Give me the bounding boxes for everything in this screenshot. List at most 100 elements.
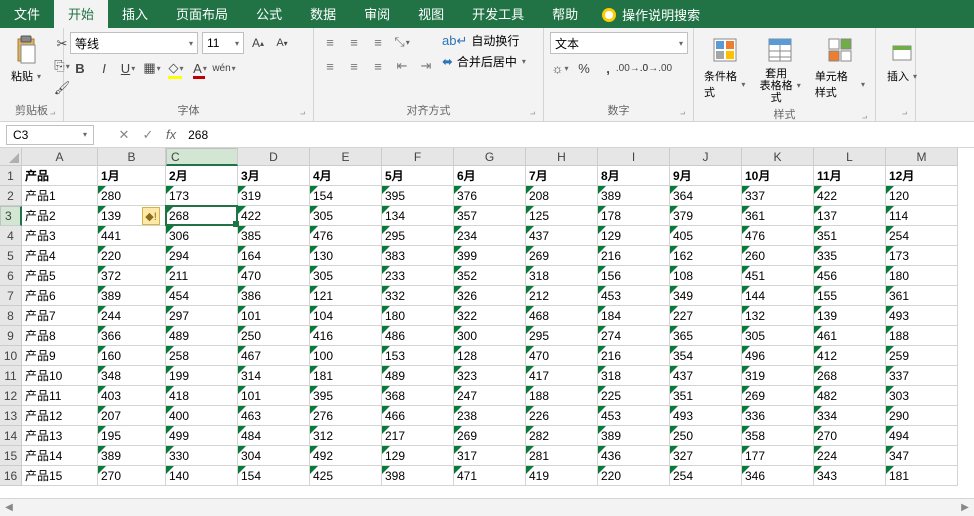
cell[interactable]: 270 xyxy=(814,426,886,446)
cell[interactable]: 347 xyxy=(886,446,958,466)
row-header-3[interactable]: 3 xyxy=(0,206,22,226)
row-header-6[interactable]: 6 xyxy=(0,266,22,286)
cell[interactable]: 343 xyxy=(814,466,886,486)
cell[interactable]: 295 xyxy=(526,326,598,346)
cell[interactable]: 419 xyxy=(526,466,598,486)
cell[interactable]: 101 xyxy=(238,386,310,406)
cell[interactable]: 305 xyxy=(310,206,382,226)
cell[interactable]: 354 xyxy=(670,346,742,366)
row-header-5[interactable]: 5 xyxy=(0,246,22,266)
increase-font-button[interactable]: A▴ xyxy=(248,33,268,53)
cell[interactable]: 129 xyxy=(598,226,670,246)
cell[interactable]: 268 xyxy=(814,366,886,386)
tab-审阅[interactable]: 审阅 xyxy=(350,0,404,28)
tab-数据[interactable]: 数据 xyxy=(296,0,350,28)
cell[interactable]: 389 xyxy=(98,446,166,466)
cell[interactable]: 269 xyxy=(526,246,598,266)
cell[interactable]: 177 xyxy=(742,446,814,466)
cell[interactable]: 456 xyxy=(814,266,886,286)
cell[interactable]: 258 xyxy=(166,346,238,366)
cell[interactable]: 180 xyxy=(382,306,454,326)
cell[interactable]: 188 xyxy=(886,326,958,346)
cell[interactable]: 326 xyxy=(454,286,526,306)
tab-开发工具[interactable]: 开发工具 xyxy=(458,0,538,28)
cell[interactable]: 322 xyxy=(454,306,526,326)
tab-帮助[interactable]: 帮助 xyxy=(538,0,592,28)
cell[interactable]: 产品9 xyxy=(22,346,98,366)
cell[interactable]: 422 xyxy=(238,206,310,226)
cell[interactable]: 173 xyxy=(886,246,958,266)
cell[interactable]: 188 xyxy=(526,386,598,406)
cell[interactable]: 181 xyxy=(886,466,958,486)
cell[interactable]: 399 xyxy=(454,246,526,266)
cell[interactable]: 164 xyxy=(238,246,310,266)
conditional-format-button[interactable]: 条件格式 xyxy=(700,32,749,102)
cell[interactable]: 100 xyxy=(310,346,382,366)
cell[interactable]: 470 xyxy=(526,346,598,366)
tab-视图[interactable]: 视图 xyxy=(404,0,458,28)
cell[interactable]: 产品8 xyxy=(22,326,98,346)
cell[interactable]: 494 xyxy=(886,426,958,446)
col-header-J[interactable]: J xyxy=(670,148,742,166)
cell[interactable]: 产品1 xyxy=(22,186,98,206)
row-header-7[interactable]: 7 xyxy=(0,286,22,306)
cell[interactable]: 463 xyxy=(238,406,310,426)
cell[interactable]: 254 xyxy=(886,226,958,246)
cell[interactable]: 357 xyxy=(454,206,526,226)
cell[interactable]: 468 xyxy=(526,306,598,326)
cell[interactable]: 385 xyxy=(238,226,310,246)
horizontal-scrollbar[interactable]: ◀ ▶ xyxy=(0,498,974,516)
increase-indent-button[interactable]: ⇥ xyxy=(416,56,436,76)
cell[interactable]: 产品 xyxy=(22,166,98,186)
cell[interactable]: 101 xyxy=(238,306,310,326)
cell[interactable]: 269 xyxy=(454,426,526,446)
cell[interactable]: 489 xyxy=(382,366,454,386)
number-format-select[interactable]: 文本▾ xyxy=(550,32,688,54)
cells-area[interactable]: 产品1月2月3月4月5月6月7月8月9月10月11月12月产品128017331… xyxy=(22,166,958,486)
italic-button[interactable]: I xyxy=(94,58,114,78)
cell[interactable]: 160 xyxy=(98,346,166,366)
cell[interactable]: 207 xyxy=(98,406,166,426)
font-color-button[interactable]: A xyxy=(190,58,210,78)
cell[interactable]: 268 xyxy=(166,206,238,226)
cell[interactable]: 144 xyxy=(742,286,814,306)
insert-cells-button[interactable]: 插入 xyxy=(882,32,922,86)
row-header-11[interactable]: 11 xyxy=(0,366,22,386)
cell[interactable]: 493 xyxy=(886,306,958,326)
cell[interactable]: 产品7 xyxy=(22,306,98,326)
phonetic-button[interactable]: wén xyxy=(214,58,234,78)
cell[interactable]: 225 xyxy=(598,386,670,406)
cell[interactable]: 335 xyxy=(814,246,886,266)
row-header-12[interactable]: 12 xyxy=(0,386,22,406)
cell[interactable]: 395 xyxy=(310,386,382,406)
cell[interactable]: 180 xyxy=(886,266,958,286)
cell[interactable]: 162 xyxy=(670,246,742,266)
cell[interactable]: 318 xyxy=(526,266,598,286)
cell[interactable]: 4月 xyxy=(310,166,382,186)
align-bottom-button[interactable]: ≡ xyxy=(368,32,388,52)
cell[interactable]: 121 xyxy=(310,286,382,306)
cell[interactable]: 372 xyxy=(98,266,166,286)
fill-color-button[interactable]: ◇ xyxy=(166,58,186,78)
tab-公式[interactable]: 公式 xyxy=(242,0,296,28)
tab-插入[interactable]: 插入 xyxy=(108,0,162,28)
cell[interactable]: 304 xyxy=(238,446,310,466)
cell[interactable]: 389 xyxy=(598,186,670,206)
decrease-font-button[interactable]: A▾ xyxy=(272,33,292,53)
cell[interactable]: 403 xyxy=(98,386,166,406)
cell[interactable]: 466 xyxy=(382,406,454,426)
cell[interactable]: 358 xyxy=(742,426,814,446)
cell[interactable]: 319 xyxy=(742,366,814,386)
cell[interactable]: 156 xyxy=(598,266,670,286)
cell[interactable]: 476 xyxy=(310,226,382,246)
cell[interactable]: 224 xyxy=(814,446,886,466)
col-header-G[interactable]: G xyxy=(454,148,526,166)
cell[interactable]: 10月 xyxy=(742,166,814,186)
cell[interactable]: 247 xyxy=(454,386,526,406)
cell[interactable]: 305 xyxy=(310,266,382,286)
cell[interactable]: 300 xyxy=(454,326,526,346)
cell[interactable]: 9月 xyxy=(670,166,742,186)
cell[interactable]: 250 xyxy=(670,426,742,446)
cell[interactable]: 294 xyxy=(166,246,238,266)
cell[interactable]: 产品12 xyxy=(22,406,98,426)
